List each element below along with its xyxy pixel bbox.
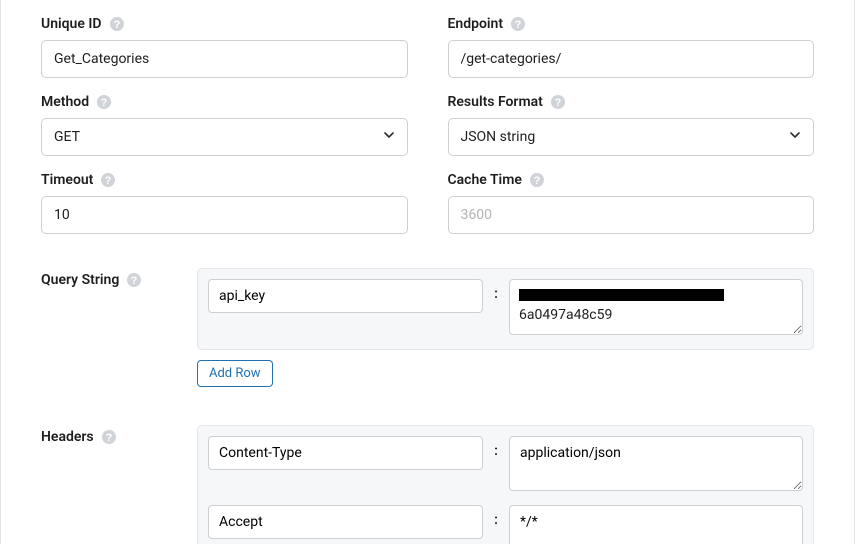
svg-text:?: ?	[101, 97, 108, 109]
help-icon[interactable]: ?	[100, 172, 116, 188]
headers-label: Headers	[41, 429, 94, 445]
unique-id-label: Unique ID	[41, 16, 102, 32]
help-icon[interactable]: ?	[109, 16, 125, 32]
kv-separator: :	[493, 436, 499, 459]
help-icon[interactable]: ?	[126, 272, 142, 288]
svg-text:?: ?	[113, 19, 120, 31]
timeout-label: Timeout	[41, 172, 93, 188]
headers-panel: : application/json : */*	[197, 425, 814, 544]
help-icon[interactable]: ?	[510, 16, 526, 32]
svg-text:?: ?	[534, 175, 541, 187]
query-string-panel: : <!-- filled below --> 6a0497a48c59	[197, 268, 814, 350]
method-label: Method	[41, 94, 89, 110]
results-format-select[interactable]: JSON string	[448, 118, 815, 156]
svg-text:?: ?	[515, 19, 522, 31]
cache-time-input[interactable]	[448, 196, 815, 234]
svg-text:?: ?	[554, 97, 561, 109]
cache-time-label: Cache Time	[448, 172, 522, 188]
query-string-row: : <!-- filled below --> 6a0497a48c59	[208, 279, 803, 339]
kv-separator: :	[493, 279, 499, 302]
add-row-button[interactable]: Add Row	[197, 360, 273, 387]
timeout-input[interactable]	[41, 196, 408, 234]
header-value-input[interactable]: application/json	[509, 436, 803, 491]
help-icon[interactable]: ?	[550, 94, 566, 110]
endpoint-label: Endpoint	[448, 16, 504, 32]
query-value-input[interactable]: <!-- filled below -->	[509, 279, 803, 335]
help-icon[interactable]: ?	[101, 429, 117, 445]
svg-text:?: ?	[131, 275, 138, 287]
header-row: : application/json	[208, 436, 803, 495]
query-key-input[interactable]	[208, 279, 483, 313]
method-select[interactable]: GET	[41, 118, 408, 156]
svg-text:?: ?	[105, 175, 112, 187]
header-value-input[interactable]: */*	[509, 505, 803, 544]
kv-separator: :	[493, 505, 499, 528]
query-string-label: Query String	[41, 272, 119, 288]
header-key-input[interactable]	[208, 505, 483, 539]
results-format-label: Results Format	[448, 94, 543, 110]
endpoint-input[interactable]	[448, 40, 815, 78]
svg-text:?: ?	[105, 432, 112, 444]
header-key-input[interactable]	[208, 436, 483, 470]
header-row: : */*	[208, 505, 803, 544]
unique-id-input[interactable]	[41, 40, 408, 78]
help-icon[interactable]: ?	[96, 94, 112, 110]
help-icon[interactable]: ?	[529, 172, 545, 188]
